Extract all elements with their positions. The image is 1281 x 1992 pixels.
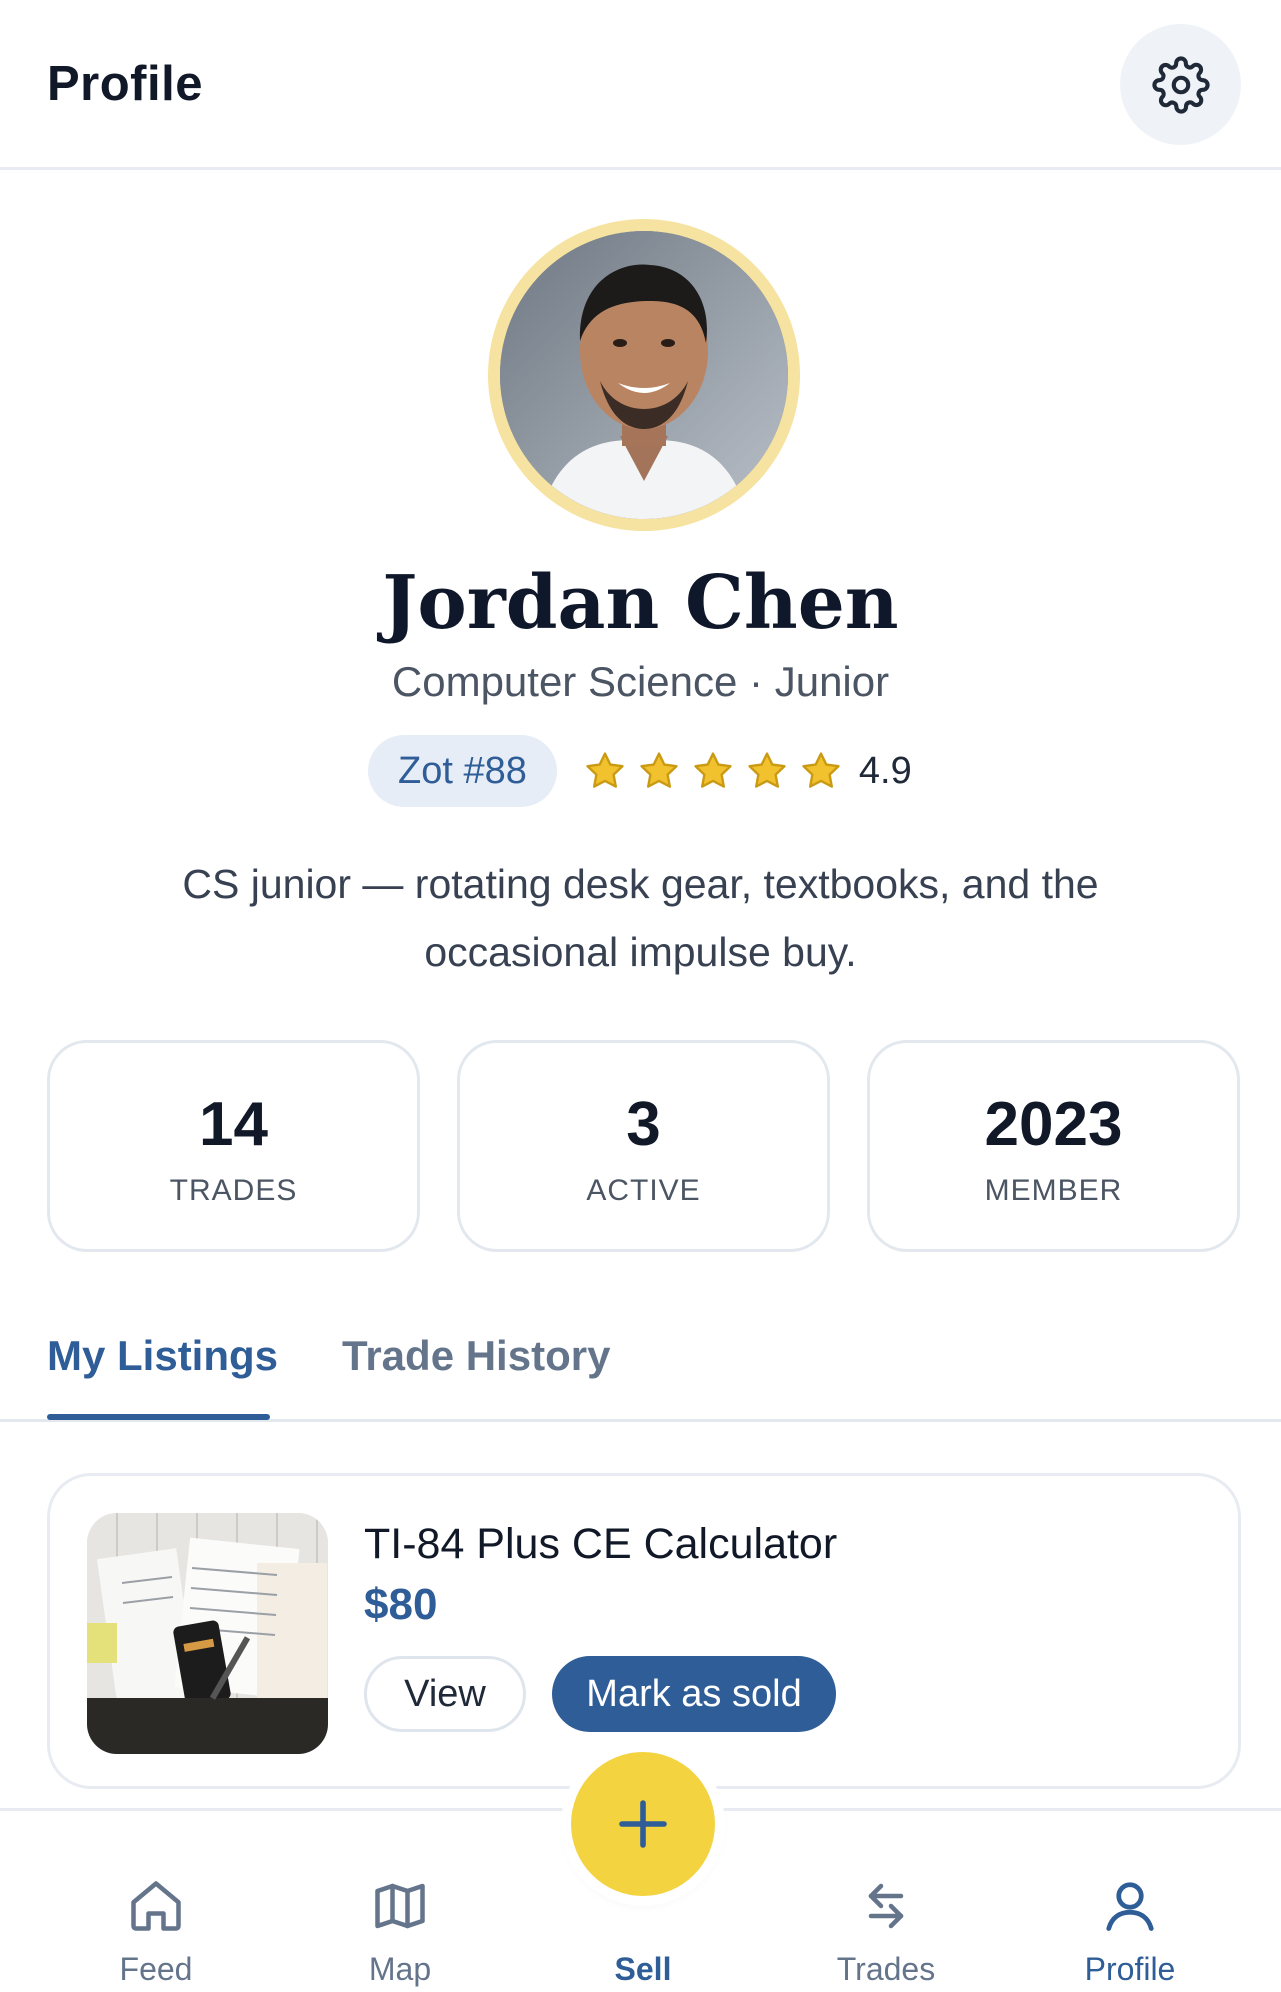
tab-trade-history[interactable]: Trade History — [342, 1332, 610, 1380]
avatar — [500, 231, 788, 519]
rating-stars: 4.9 — [583, 749, 912, 793]
nav-profile[interactable]: Profile — [1030, 1811, 1230, 1992]
star-icon — [640, 752, 678, 788]
nav-label-trades: Trades — [836, 1951, 936, 1987]
page-title: Profile — [47, 57, 203, 111]
view-button[interactable]: View — [364, 1656, 526, 1732]
app-header: Profile — [0, 0, 1281, 170]
stat-label: ACTIVE — [586, 1174, 701, 1207]
zot-badge: Zot #88 — [368, 735, 557, 807]
gear-icon — [1151, 55, 1210, 114]
nav-label-feed: Feed — [119, 1951, 193, 1987]
listing-price: $80 — [364, 1580, 438, 1629]
nav-label-profile: Profile — [1084, 1951, 1176, 1987]
mark-as-sold-button[interactable]: Mark as sold — [552, 1656, 836, 1732]
swap-arrows-icon — [868, 1883, 904, 1929]
profile-name: Jordan Chen — [382, 560, 899, 646]
badge-row: Zot #88 4.9 — [368, 735, 912, 807]
stat-member: 2023 MEMBER — [867, 1040, 1240, 1252]
stat-value: 2023 — [984, 1090, 1123, 1159]
plus-icon — [619, 1800, 667, 1848]
listing-image — [87, 1513, 328, 1754]
listing-card[interactable]: TI-84 Plus CE Calculator $80 View Mark a… — [47, 1473, 1241, 1789]
profile-bio: CS junior — rotating desk gear, textbook… — [182, 861, 1099, 975]
nav-label-sell: Sell — [614, 1951, 672, 1987]
listing-title: TI-84 Plus CE Calculator — [364, 1520, 838, 1568]
tab-my-listings[interactable]: My Listings — [47, 1332, 278, 1380]
nav-label-map: Map — [368, 1951, 432, 1987]
stat-active: 3 ACTIVE — [457, 1040, 830, 1252]
user-icon — [1106, 1882, 1154, 1931]
avatar-ring — [488, 219, 800, 531]
stat-value: 3 — [626, 1090, 661, 1159]
stat-label: MEMBER — [984, 1174, 1123, 1207]
stat-label: TRADES — [169, 1174, 298, 1207]
sell-fab-button[interactable] — [571, 1752, 715, 1896]
home-icon — [131, 1881, 181, 1931]
profile-subtitle: Computer Science · Junior — [391, 658, 890, 705]
nav-map[interactable]: Map — [300, 1811, 500, 1992]
profile-tabs: My Listings Trade History — [0, 1320, 1281, 1422]
rating-value: 4.9 — [858, 749, 912, 792]
star-icon — [802, 752, 840, 788]
settings-button[interactable] — [1120, 24, 1241, 145]
star-icon — [748, 752, 786, 788]
nav-feed[interactable]: Feed — [56, 1811, 256, 1992]
star-icon — [586, 752, 624, 788]
tab-indicator — [47, 1414, 270, 1420]
star-icon — [694, 752, 732, 788]
map-icon — [375, 1883, 425, 1929]
nav-trades[interactable]: Trades — [786, 1811, 986, 1992]
stat-trades: 14 TRADES — [47, 1040, 420, 1252]
stat-value: 14 — [199, 1090, 268, 1159]
